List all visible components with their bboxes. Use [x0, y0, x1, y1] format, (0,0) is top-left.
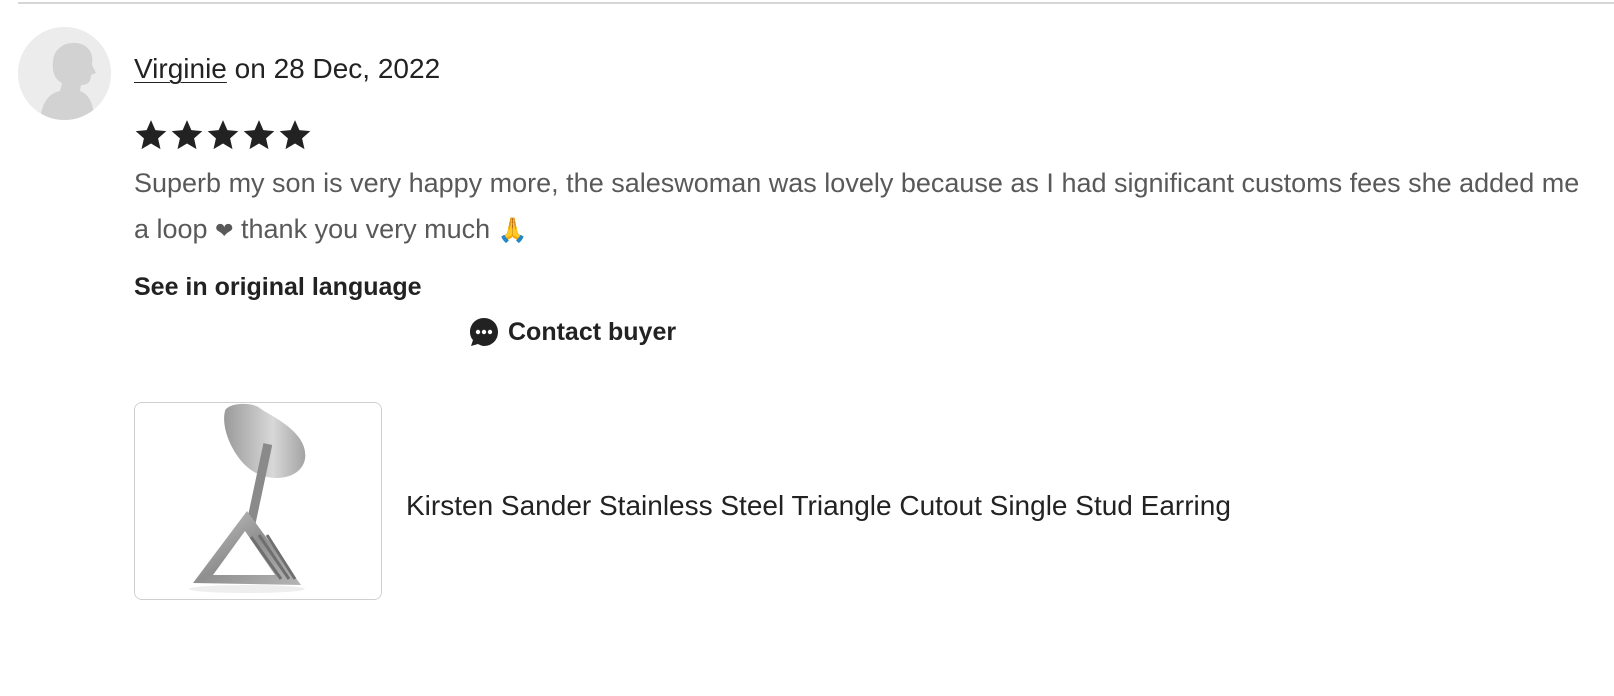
review-card: Virginie on 28 Dec, 2022 Superb my son i… [0, 0, 1614, 696]
praying-hands-emoji: 🙏 [497, 217, 528, 244]
review-text-part2: thank you very much [233, 214, 498, 244]
star-icon [243, 120, 275, 150]
star-icon [207, 120, 239, 150]
contact-buyer-label: Contact buyer [508, 317, 677, 346]
reviewer-line: Virginie on 28 Dec, 2022 [134, 51, 440, 87]
review-date: on 28 Dec, 2022 [226, 53, 441, 84]
default-avatar-icon [18, 27, 111, 120]
heart-emoji: ❤ [215, 218, 234, 243]
see-original-language-button[interactable]: See in original language [134, 270, 422, 304]
star-icon [135, 120, 167, 150]
reviewer-name-link[interactable]: Virginie [134, 53, 227, 84]
divider [18, 2, 1614, 4]
contact-buyer-button[interactable]: Contact buyer [468, 316, 676, 348]
star-icon [279, 120, 311, 150]
star-icon [171, 120, 203, 150]
product-title-link[interactable]: Kirsten Sander Stainless Steel Triangle … [406, 488, 1231, 524]
product-thumbnail[interactable] [134, 402, 382, 600]
review-text: Superb my son is very happy more, the sa… [134, 160, 1594, 254]
star-rating [134, 118, 312, 152]
chat-bubble-icon [468, 316, 500, 348]
